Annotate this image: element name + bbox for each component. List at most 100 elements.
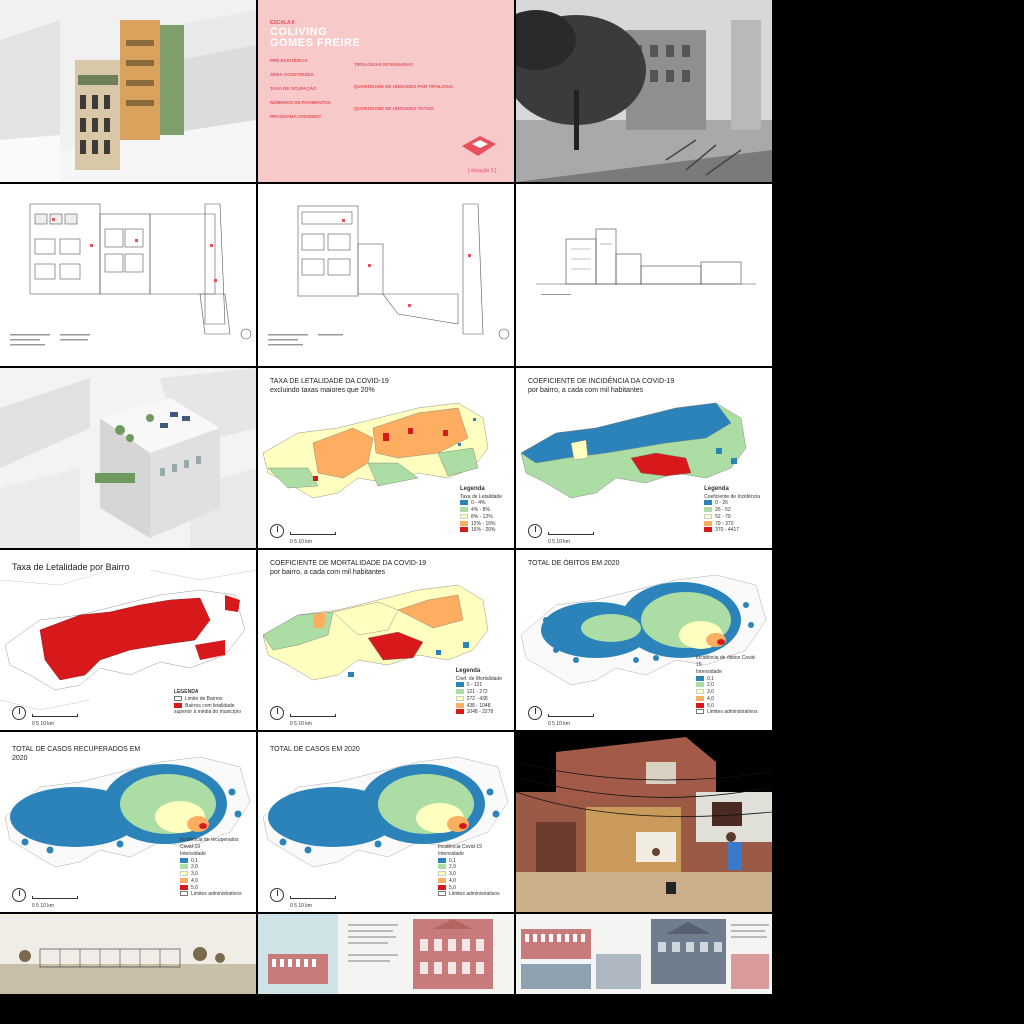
legend-subtitle: Intensidade	[438, 850, 464, 857]
map-letalidade-title: TAXA DE LETALIDADE DA COVID-19 excluindo…	[270, 378, 389, 396]
north-arrow-icon	[528, 524, 542, 538]
long-section	[0, 947, 256, 994]
legend-class-label: 4,0	[449, 877, 456, 884]
legend-extra: Limites administrativos	[180, 891, 244, 898]
legend-class-label: 5,0	[449, 884, 456, 891]
legend-item-limite: Limite de Bairros	[174, 696, 244, 703]
scale-label: 0 5 10 km	[548, 721, 570, 727]
legend-class-0: 0,1	[696, 676, 760, 683]
north-arrow-icon	[12, 706, 26, 720]
board-right-fields: TIPOLOGIAS INTEGRADAS QUANTIDADE DE UNID…	[354, 54, 453, 120]
legend-class-0: 0 - 121	[455, 682, 502, 689]
historic-facade-board	[258, 914, 493, 994]
legend-subtitle: Intensidade	[180, 850, 206, 857]
legend-class-label: 0 - 4%	[471, 500, 486, 507]
legend-class-label: 370 - 4417	[715, 527, 740, 534]
legend-subtitle: Intensidade	[696, 668, 722, 675]
legend-class-label: 0,1	[707, 675, 714, 682]
street-photo	[516, 0, 772, 182]
legend-class-2: 3,0	[696, 689, 760, 696]
tile-street-photo[interactable]	[516, 0, 772, 182]
map-recuperados-title-2: 2020	[12, 754, 28, 762]
legend-class-label: 0 - 26	[715, 500, 728, 507]
legend-title: Legenda	[455, 668, 481, 675]
map-mortalidade-title-1: COEFICIENTE DE MORTALIDADE DA COVID-19	[270, 560, 427, 567]
legend-class-label: 4% - 8%	[471, 507, 490, 513]
scale-label: 0 5 10 km	[290, 903, 312, 909]
tile-favela-illustration[interactable]	[516, 732, 772, 912]
legend-class-2: 3,0	[180, 871, 244, 878]
legend-title: LEGENDA	[174, 689, 199, 695]
legend-class-label: 5,0	[707, 702, 714, 709]
board-title-line2: GOMES FREIRE	[270, 37, 361, 49]
legend-class-1: 121 - 272	[455, 689, 502, 696]
tile-map-letalidade[interactable]: TAXA DE LETALIDADE DA COVID-19 excluindo…	[258, 368, 514, 548]
map-letalidade-bairro-legend: LEGENDA Limite de Bairros Bairros com le…	[174, 689, 244, 716]
tile-floor-plan-1[interactable]	[0, 184, 256, 366]
legend-title: Incidência de óbitos Covid-19	[696, 655, 757, 668]
north-arrow-icon	[270, 706, 284, 720]
map-recuperados-title: TOTAL DE CASOS RECUPERADOS EM 2020	[12, 746, 140, 764]
legend-class-4: 1048 - 2279	[455, 709, 502, 716]
legend-class-label: 8% - 12%	[471, 513, 493, 520]
north-arrow-icon	[528, 706, 542, 720]
tile-map-incidencia[interactable]: COEFICIENTE DE INCIDÊNCIA DA COVID-19 po…	[516, 368, 772, 548]
aerial-render	[0, 368, 256, 548]
tile-map-casos[interactable]: TOTAL DE CASOS EM 2020 Incidência Covid-…	[258, 732, 514, 912]
tile-axonometric-building[interactable]	[0, 0, 256, 182]
map-letalidade-legend: Legenda Taxa de Letalidade 0 - 4% 4% - 8…	[460, 485, 502, 534]
legend-class-3: 79 - 370	[704, 521, 760, 528]
legend-class-0: 0,1	[180, 858, 244, 865]
legend-class-label: 79 - 370	[715, 520, 734, 527]
tile-elevation-section[interactable]	[516, 184, 772, 366]
legend-class-label: 3,0	[191, 871, 198, 877]
tile-floor-plan-2[interactable]	[258, 184, 514, 366]
legend-subtitle: Coeficiente de Incidência	[704, 493, 760, 500]
scale-label: 0 5 10 km	[290, 539, 312, 545]
tile-historic-buildings-board[interactable]	[516, 914, 772, 994]
legend-class-2: 52 - 79	[704, 514, 760, 521]
map-letalidade-title-1: TAXA DE LETALIDADE DA COVID-19	[270, 378, 389, 385]
legend-class-label: 16% - 20%	[471, 527, 496, 534]
tile-long-section[interactable]	[0, 914, 256, 994]
tile-aerial-render[interactable]	[0, 368, 256, 548]
legend-class-label: 52 - 79	[715, 513, 731, 520]
map-incidencia-legend: Legenda Coeficiente de Incidência 0 - 26…	[704, 485, 760, 534]
map-incidencia-title: COEFICIENTE DE INCIDÊNCIA DA COVID-19 po…	[528, 378, 674, 396]
legend-class-label: 4,0	[707, 695, 714, 702]
situation-diagram	[462, 136, 496, 156]
tile-map-obitos[interactable]: TOTAL DE ÓBITOS EM 2020 Incidência de ób…	[516, 550, 772, 730]
field-pre-existencia: PRÉ-EXISTÊNCIA	[270, 58, 308, 63]
legend-class-1: 2,0	[696, 682, 760, 689]
scale-bar	[290, 896, 336, 899]
legend-extra: Limites administrativos	[438, 891, 502, 898]
scale-label: 0 5 10 km	[290, 721, 312, 727]
legend-class-label: 0,1	[191, 857, 198, 864]
tile-map-letalidade-bairro[interactable]: Taxa de Letalidade por Bairro LEGENDA Li…	[0, 550, 256, 730]
map-incidencia-title-2: por bairro, a cada com mil habitantes	[528, 386, 644, 394]
legend-class-label: 272 - 438	[466, 695, 488, 702]
tile-map-recuperados[interactable]: TOTAL DE CASOS RECUPERADOS EM 2020 Incid…	[0, 732, 256, 912]
image-gallery-grid: ESCALA II COLIVING GOMES FREIRE PRÉ-EXIS…	[0, 0, 774, 994]
legend-class-3: 438 - 1048	[455, 702, 502, 710]
legend-extra-label: Limites administrativos	[707, 709, 758, 716]
legend-item-label: Limite de Bairros	[185, 695, 223, 702]
tile-historic-facade-board[interactable]	[258, 914, 514, 994]
scale-label: 0 5 10 km	[32, 721, 54, 727]
map-mortalidade-title: COEFICIENTE DE MORTALIDADE DA COVID-19 p…	[270, 560, 426, 578]
legend-class-label: 438 - 1048	[466, 702, 491, 709]
floor-plan-1	[10, 203, 252, 346]
legend-class-4: 5,0	[438, 885, 502, 892]
field-programa-atendido: PROGRAMA ATENDIDO	[270, 114, 321, 119]
north-arrow-icon	[12, 888, 26, 902]
situation-badge: [ situação 3 ]	[468, 168, 497, 174]
scale-bar	[290, 714, 336, 717]
axonometric-render	[0, 10, 256, 182]
scale-bar	[290, 532, 336, 535]
tile-coliving-board[interactable]: ESCALA II COLIVING GOMES FREIRE PRÉ-EXIS…	[258, 0, 514, 182]
map-obitos-title: TOTAL DE ÓBITOS EM 2020	[528, 560, 620, 567]
legend-class-0: 0 - 26	[704, 500, 760, 507]
scale-bar	[32, 714, 78, 717]
tile-map-mortalidade[interactable]: COEFICIENTE DE MORTALIDADE DA COVID-19 p…	[258, 550, 514, 730]
favela-illustration	[516, 732, 772, 912]
